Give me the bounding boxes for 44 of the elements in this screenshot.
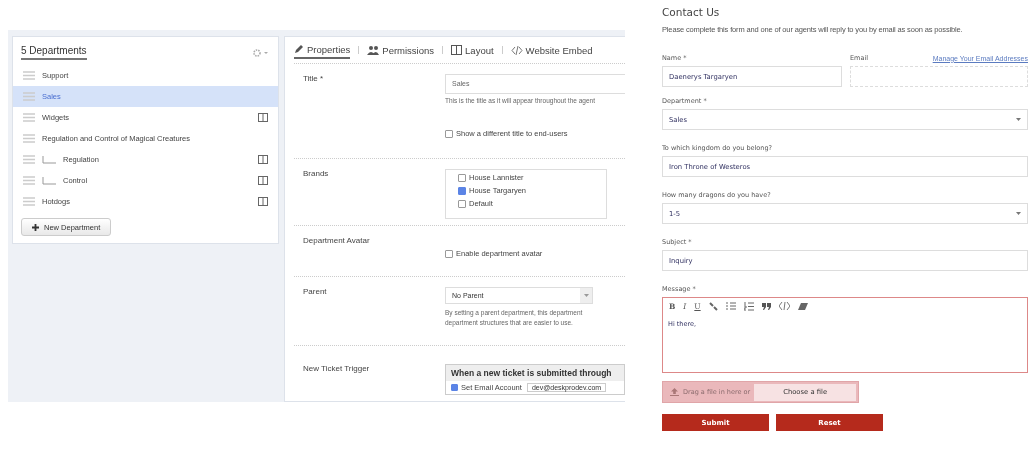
- code-icon[interactable]: [778, 302, 790, 310]
- email-input[interactable]: [850, 66, 1028, 87]
- tab[interactable]: Website Embed: [510, 42, 593, 58]
- field-label: New Ticket Trigger: [303, 364, 371, 375]
- drag-handle-icon[interactable]: [23, 113, 35, 122]
- columns-icon: [451, 45, 463, 55]
- checkbox[interactable]: [458, 199, 466, 208]
- code-icon: [510, 45, 523, 55]
- tab[interactable]: Permissions: [367, 42, 435, 58]
- checkbox[interactable]: [445, 129, 453, 138]
- tab[interactable]: Layout: [451, 42, 494, 58]
- quote-icon[interactable]: [761, 302, 771, 310]
- drag-handle-icon[interactable]: [23, 176, 35, 185]
- drag-handle-icon[interactable]: [23, 71, 35, 80]
- caret-icon: [583, 294, 589, 297]
- tree-branch-icon: [42, 155, 56, 164]
- form-title: Contact Us: [662, 6, 721, 18]
- tab[interactable]: Properties: [294, 41, 351, 59]
- upload-icon: [670, 388, 679, 396]
- tree-branch-icon: [42, 176, 56, 185]
- gear-icon[interactable]: [253, 48, 269, 57]
- field-label: Department Avatar: [303, 236, 371, 247]
- pencil-icon: [294, 44, 304, 54]
- field-label: Parent: [303, 287, 328, 298]
- panel-title: 5 Departments: [21, 45, 87, 60]
- drag-handle-icon[interactable]: [23, 134, 35, 143]
- eraser-icon[interactable]: [797, 302, 808, 310]
- bullet-list-icon[interactable]: [725, 302, 736, 310]
- checkbox[interactable]: [458, 186, 466, 195]
- trigger-heading: When a new ticket is submitted through: [446, 365, 624, 381]
- checkbox[interactable]: [445, 249, 453, 258]
- caret-icon: [1016, 212, 1021, 215]
- field-label: Title *: [303, 74, 325, 85]
- checkbox[interactable]: [451, 384, 458, 391]
- field-label: Brands: [303, 169, 330, 180]
- drag-handle-icon[interactable]: [23, 92, 35, 101]
- numbered-list-icon[interactable]: [743, 301, 754, 311]
- caret-icon: [1016, 118, 1021, 121]
- link-icon[interactable]: [708, 301, 718, 311]
- drag-handle-icon[interactable]: [23, 155, 35, 164]
- people-icon: [367, 45, 380, 55]
- drag-handle-icon[interactable]: [23, 197, 35, 206]
- checkbox[interactable]: [458, 173, 466, 182]
- plus-icon: [32, 223, 39, 231]
